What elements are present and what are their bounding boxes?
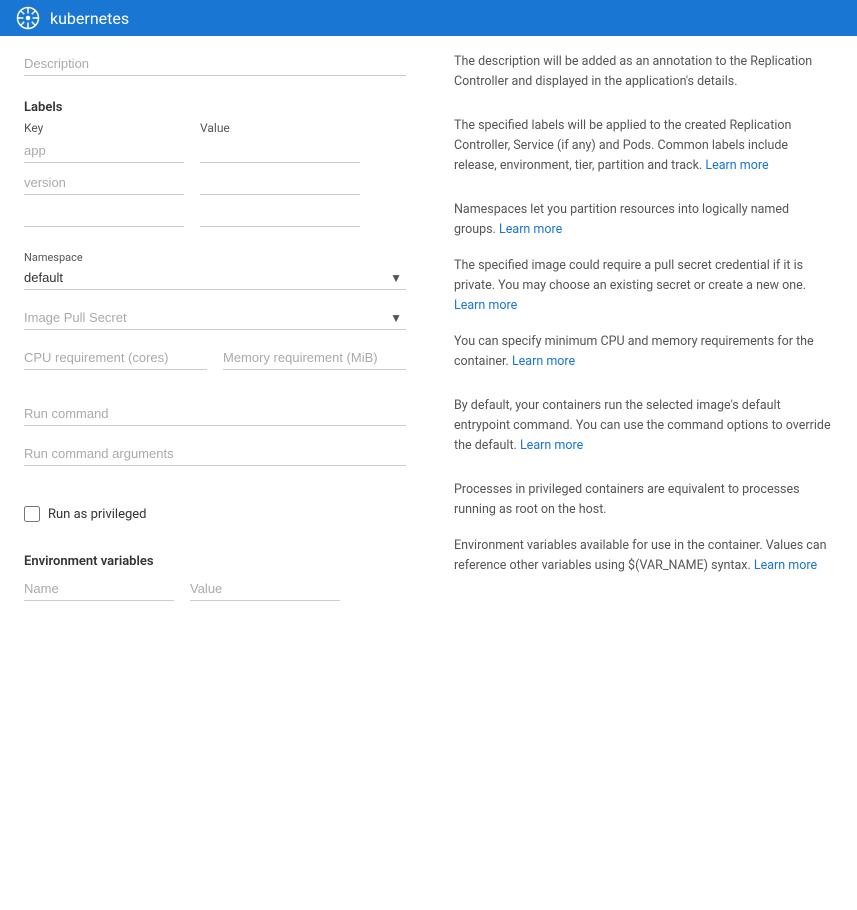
help-privileged: Processes in privileged containers are e… (454, 480, 833, 576)
value-column-header: Value (200, 121, 360, 135)
image-pull-secret-group: Image Pull Secret ▼ (24, 306, 406, 330)
labels-row-1 (24, 139, 406, 163)
memory-group (223, 346, 406, 370)
env-vars-row (24, 577, 406, 601)
run-command-group (24, 402, 406, 426)
cpu-input[interactable] (24, 346, 207, 370)
pull-secret-help-text: The specified image could require a pull… (454, 256, 833, 316)
cpu-memory-row (24, 346, 406, 370)
help-labels: The specified labels will be applied to … (454, 116, 833, 176)
key-column-header: Key (24, 121, 184, 135)
namespace-label: Namespace (24, 251, 406, 264)
app-header: kubernetes (0, 0, 857, 36)
kubernetes-logo (16, 6, 40, 30)
run-as-privileged-label: Run as privileged (48, 507, 147, 522)
env-vars-learn-more-link[interactable]: Learn more (754, 558, 817, 573)
label-value-1[interactable] (200, 139, 360, 163)
labels-help-text: The specified labels will be applied to … (454, 116, 833, 176)
help-run-command: By default, your containers run the sele… (454, 396, 833, 456)
labels-section: Labels Key Value (24, 100, 406, 227)
memory-input[interactable] (223, 346, 406, 370)
env-name-input[interactable] (24, 577, 174, 601)
namespace-select-wrapper: default ▼ (24, 266, 406, 290)
namespace-group: Namespace default ▼ (24, 251, 406, 290)
run-command-args-input[interactable] (24, 442, 406, 466)
namespace-help-text: Namespaces let you partition resources i… (454, 200, 833, 240)
labels-learn-more-link[interactable]: Learn more (705, 158, 768, 173)
label-key-1[interactable] (24, 139, 184, 163)
namespace-select[interactable]: default (24, 266, 406, 290)
privileged-help-text: Processes in privileged containers are e… (454, 480, 833, 520)
label-key-2[interactable] (24, 171, 184, 195)
help-description: The description will be added as an anno… (454, 52, 833, 92)
run-as-privileged-row: Run as privileged (24, 506, 406, 522)
env-value-input[interactable] (190, 577, 340, 601)
description-help-text: The description will be added as an anno… (454, 52, 833, 92)
labels-heading: Labels (24, 100, 406, 115)
namespace-learn-more-link[interactable]: Learn more (499, 222, 562, 237)
cpu-memory-learn-more-link[interactable]: Learn more (512, 354, 575, 369)
label-key-3[interactable] (24, 203, 184, 227)
help-namespace: Namespaces let you partition resources i… (454, 200, 833, 372)
form-panel: Labels Key Value Namespac (0, 36, 430, 617)
env-vars-heading: Environment variables (24, 554, 406, 569)
description-input[interactable] (24, 52, 406, 76)
run-command-learn-more-link[interactable]: Learn more (520, 438, 583, 453)
image-pull-secret-select[interactable]: Image Pull Secret (24, 306, 406, 330)
run-command-args-group (24, 442, 406, 466)
main-content: Labels Key Value Namespac (0, 36, 857, 617)
description-group (24, 52, 406, 76)
pull-secret-learn-more-link[interactable]: Learn more (454, 298, 517, 313)
labels-row-3 (24, 203, 406, 227)
app-title: kubernetes (50, 9, 129, 28)
labels-column-headers: Key Value (24, 121, 406, 135)
label-value-2[interactable] (200, 171, 360, 195)
run-as-privileged-checkbox[interactable] (24, 506, 40, 522)
cpu-memory-help-text: You can specify minimum CPU and memory r… (454, 332, 833, 372)
cpu-group (24, 346, 207, 370)
env-vars-help-text: Environment variables available for use … (454, 536, 833, 576)
label-value-3[interactable] (200, 203, 360, 227)
run-command-help-text: By default, your containers run the sele… (454, 396, 833, 456)
run-command-input[interactable] (24, 402, 406, 426)
env-vars-section: Environment variables (24, 554, 406, 601)
help-panel: The description will be added as an anno… (430, 36, 857, 617)
labels-row-2 (24, 171, 406, 195)
